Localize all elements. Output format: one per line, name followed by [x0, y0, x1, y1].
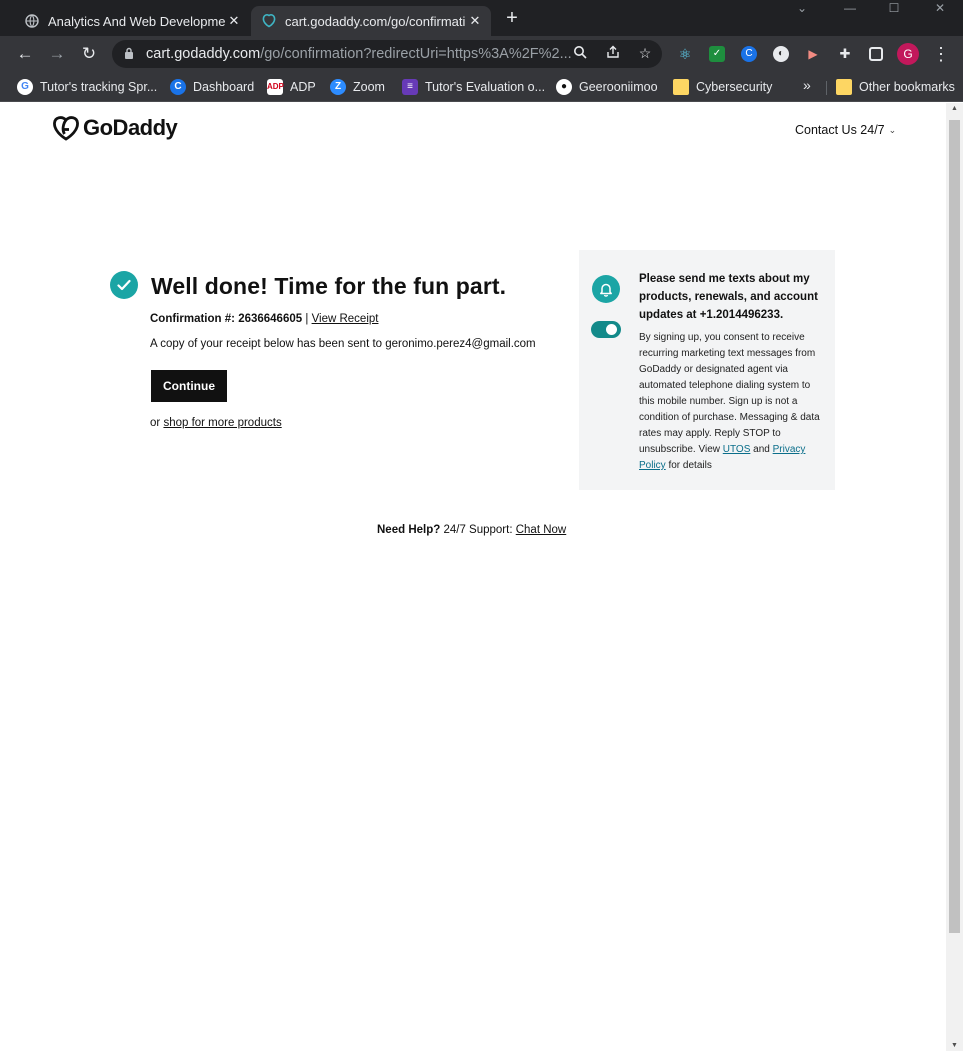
bookmarks-separator [826, 81, 827, 95]
url-host: cart.godaddy.com [146, 46, 261, 62]
forms-icon: ≡ [402, 79, 418, 95]
logo-text: GoDaddy [83, 115, 178, 140]
tab-title: Analytics And Web Development [48, 13, 226, 29]
tab-search-chevron-icon[interactable]: ⌄ [779, 0, 825, 18]
toggle-knob [606, 324, 617, 335]
bookmark-label: Zoom [353, 80, 385, 94]
google-icon: G [17, 79, 33, 95]
contact-label: Contact Us 24/7 [795, 123, 885, 137]
folder-icon [673, 79, 689, 95]
bookmark-label: ADP [290, 80, 316, 94]
legal-and: and [753, 444, 770, 455]
folder-icon [836, 79, 852, 95]
chevron-down-icon: ⌄ [888, 124, 897, 135]
github-icon: ● [556, 79, 572, 95]
zoom-lens-icon[interactable] [571, 45, 589, 63]
shop-prefix: or [150, 417, 161, 429]
other-bookmarks-folder[interactable]: Other bookmarks [836, 77, 955, 97]
shop-more-products-link[interactable]: shop for more products [163, 417, 281, 429]
legal-tail: for details [668, 460, 712, 471]
utos-link[interactable]: UTOS [723, 444, 751, 455]
tab-strip: Analytics And Web Development ✕ cart.god… [0, 0, 963, 36]
puzzle-extensions-icon[interactable]: ✚ [837, 46, 853, 62]
bookmark-star-icon[interactable]: ☆ [636, 44, 654, 62]
scrollbar-thumb[interactable] [949, 120, 960, 933]
bookmark-label: Geerooniimoo [579, 80, 658, 94]
confirmation-label: Confirmation #: [150, 313, 235, 325]
bookmark-item[interactable]: ADP ADP [267, 77, 316, 97]
bookmark-item[interactable]: G Tutor's tracking Spr... [17, 77, 157, 97]
view-receipt-link[interactable]: View Receipt [312, 313, 379, 325]
bookmark-item[interactable]: ● Geerooniimoo [556, 77, 658, 97]
sms-optin-toggle[interactable] [591, 321, 621, 338]
contact-us-menu[interactable]: Contact Us 24/7 ⌄ [795, 123, 896, 137]
tab-close-icon[interactable]: ✕ [467, 13, 483, 29]
bookmark-item[interactable]: Z Zoom [330, 77, 385, 97]
success-check-icon [110, 271, 138, 299]
circle-extension-icon[interactable]: ◐ [773, 46, 789, 62]
zoom-icon: Z [330, 79, 346, 95]
url-path: /go/confirmation?redirectUri=https%3A%2F… [260, 46, 572, 62]
checkmark-extension-icon[interactable]: ✓ [709, 46, 725, 62]
globe-icon [24, 13, 40, 29]
c-extension-icon[interactable]: C [741, 46, 757, 62]
bookmarks-overflow-button[interactable]: » [803, 77, 811, 93]
video-extension-icon[interactable]: ▶ [805, 46, 821, 62]
support-label: 24/7 Support: [443, 524, 513, 536]
page-content: GoDaddy Contact Us 24/7 ⌄ Well done! Tim… [0, 103, 946, 1051]
bookmark-label: Tutor's Evaluation o... [425, 80, 546, 94]
scroll-down-arrow-icon[interactable]: ▼ [946, 1042, 963, 1049]
godaddy-logo[interactable]: GoDaddy [52, 115, 178, 141]
browser-window: Analytics And Web Development ✕ cart.god… [0, 0, 963, 1051]
side-panel-icon[interactable] [869, 47, 883, 61]
lock-icon [124, 47, 138, 62]
more-menu-icon[interactable]: ⋮ [932, 42, 950, 66]
continue-button[interactable]: Continue [151, 370, 227, 402]
browser-toolbar: ← → ↻ cart.godaddy.com /go/confirmation?… [0, 36, 963, 72]
bookmark-label: Cybersecurity [696, 80, 773, 94]
adp-icon: ADP [267, 79, 284, 95]
scroll-up-arrow-icon[interactable]: ▲ [946, 105, 963, 112]
bell-icon [592, 275, 620, 303]
profile-avatar[interactable]: G [897, 43, 919, 65]
godaddy-heart-icon [53, 116, 79, 141]
page-title: Well done! Time for the fun part. [151, 273, 507, 299]
forward-arrow-icon[interactable]: → [45, 42, 69, 66]
confirmation-number: 2636646605 [238, 313, 303, 325]
bookmark-label: Dashboard [193, 80, 255, 94]
react-devtools-icon[interactable]: ⚛ [677, 46, 693, 62]
bookmark-item[interactable]: Cybersecurity [673, 77, 772, 97]
sms-legal-text: By signing up, you consent to receive re… [639, 330, 827, 474]
minimize-icon[interactable]: — [827, 0, 873, 18]
receipt-note: A copy of your receipt below has been se… [150, 338, 536, 350]
sms-optin-title: Please send me texts about my products, … [639, 273, 818, 321]
tab-godaddy-cart[interactable]: cart.godaddy.com/go/confirmati ✕ [251, 6, 491, 36]
bookmark-label: Tutor's tracking Spr... [40, 80, 158, 94]
shop-more-line: or shop for more products [150, 417, 282, 429]
maximize-icon[interactable]: ☐ [871, 0, 917, 18]
share-icon[interactable] [604, 45, 622, 63]
godaddy-favicon-icon [261, 13, 277, 29]
new-tab-button[interactable]: + [500, 7, 524, 31]
dashboard-icon: C [170, 79, 186, 95]
help-line: Need Help? 24/7 Support: Chat Now [377, 524, 566, 536]
bookmark-item[interactable]: ≡ Tutor's Evaluation o... [402, 77, 545, 97]
tab-title: cart.godaddy.com/go/confirmati [285, 13, 466, 29]
sms-optin-panel: Please send me texts about my products, … [579, 250, 835, 490]
tab-close-icon[interactable]: ✕ [226, 13, 242, 29]
bookmarks-bar: G Tutor's tracking Spr... C Dashboard AD… [0, 72, 963, 102]
reload-icon[interactable]: ↻ [77, 42, 101, 66]
tab-analytics[interactable]: Analytics And Web Development ✕ [14, 6, 250, 36]
page-scrollbar[interactable]: ▲ ▼ [946, 103, 963, 1051]
legal-body: By signing up, you consent to receive re… [639, 332, 820, 455]
close-window-icon[interactable]: ✕ [917, 0, 963, 18]
need-help-label: Need Help? [377, 524, 441, 536]
separator: | [305, 313, 309, 325]
bookmark-item[interactable]: C Dashboard [170, 77, 254, 97]
bookmark-label: Other bookmarks [859, 80, 955, 94]
back-arrow-icon[interactable]: ← [13, 42, 37, 66]
confirmation-number-line: Confirmation #: 2636646605 | View Receip… [150, 313, 378, 325]
chat-now-link[interactable]: Chat Now [516, 524, 567, 536]
